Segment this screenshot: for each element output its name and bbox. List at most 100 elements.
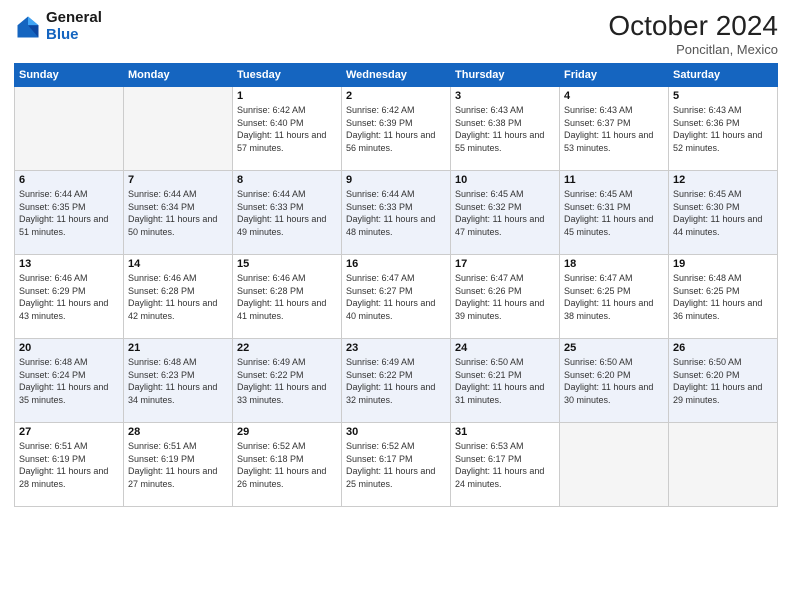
table-row (15, 87, 124, 171)
calendar-week-row: 6 Sunrise: 6:44 AMSunset: 6:35 PMDaylight… (15, 171, 778, 255)
day-number: 11 (564, 174, 664, 186)
day-number: 26 (673, 342, 773, 354)
table-row: 8Sunrise: 6:44 AMSunset: 6:33 PMDaylight… (233, 171, 342, 255)
table-row: 6 Sunrise: 6:44 AMSunset: 6:35 PMDaylight… (15, 171, 124, 255)
table-row: 30 Sunrise: 6:52 AMSunset: 6:17 PMDayligh… (342, 423, 451, 507)
day-number: 25 (564, 342, 664, 354)
table-row: 3Sunrise: 6:43 AMSunset: 6:38 PMDaylight… (451, 87, 560, 171)
day-info: Sunrise: 6:52 AMSunset: 6:17 PMDaylight:… (346, 440, 446, 490)
day-info: Sunrise: 6:51 AMSunset: 6:19 PMDaylight:… (19, 440, 119, 490)
col-wednesday: Wednesday (342, 64, 451, 87)
day-info: Sunrise: 6:47 AMSunset: 6:26 PMDaylight:… (455, 272, 555, 322)
day-number: 24 (455, 342, 555, 354)
day-number: 28 (128, 426, 228, 438)
table-row: 12Sunrise: 6:45 AMSunset: 6:30 PMDayligh… (669, 171, 778, 255)
title-area: October 2024 Poncitlan, Mexico (608, 10, 778, 57)
day-info: Sunrise: 6:42 AMSunset: 6:40 PMDaylight:… (237, 104, 337, 154)
day-number: 18 (564, 258, 664, 270)
table-row: 19Sunrise: 6:48 AMSunset: 6:25 PMDayligh… (669, 255, 778, 339)
day-number: 6 (19, 174, 119, 186)
table-row: 21Sunrise: 6:48 AMSunset: 6:23 PMDayligh… (124, 339, 233, 423)
logo-line2: Blue (46, 27, 102, 44)
table-row: 5 Sunrise: 6:43 AMSunset: 6:36 PMDaylight… (669, 87, 778, 171)
day-number: 17 (455, 258, 555, 270)
table-row: 2Sunrise: 6:42 AMSunset: 6:39 PMDaylight… (342, 87, 451, 171)
table-row: 28Sunrise: 6:51 AMSunset: 6:19 PMDayligh… (124, 423, 233, 507)
day-info: Sunrise: 6:45 AMSunset: 6:32 PMDaylight:… (455, 188, 555, 238)
day-info: Sunrise: 6:49 AMSunset: 6:22 PMDaylight:… (346, 356, 446, 406)
day-info: Sunrise: 6:43 AMSunset: 6:36 PMDaylight:… (673, 104, 773, 154)
day-number: 9 (346, 174, 446, 186)
table-row: 14 Sunrise: 6:46 AMSunset: 6:28 PMDayligh… (124, 255, 233, 339)
table-row: 11 Sunrise: 6:45 AMSunset: 6:31 PMDayligh… (560, 171, 669, 255)
table-row: 20 Sunrise: 6:48 AMSunset: 6:24 PMDayligh… (15, 339, 124, 423)
calendar-week-row: 27 Sunrise: 6:51 AMSunset: 6:19 PMDayligh… (15, 423, 778, 507)
day-info: Sunrise: 6:50 AMSunset: 6:20 PMDaylight:… (673, 356, 773, 406)
day-number: 29 (237, 426, 337, 438)
table-row: 26 Sunrise: 6:50 AMSunset: 6:20 PMDayligh… (669, 339, 778, 423)
calendar-header-row: Sunday Monday Tuesday Wednesday Thursday… (15, 64, 778, 87)
col-friday: Friday (560, 64, 669, 87)
table-row: 15 Sunrise: 6:46 AMSunset: 6:28 PMDayligh… (233, 255, 342, 339)
day-info: Sunrise: 6:46 AMSunset: 6:28 PMDaylight:… (128, 272, 228, 322)
col-sunday: Sunday (15, 64, 124, 87)
header: General Blue October 2024 Poncitlan, Mex… (14, 10, 778, 57)
day-info: Sunrise: 6:48 AMSunset: 6:24 PMDaylight:… (19, 356, 119, 406)
day-info: Sunrise: 6:46 AMSunset: 6:28 PMDaylight:… (237, 272, 337, 322)
logo-icon (14, 13, 42, 41)
calendar-week-row: 1 Sunrise: 6:42 AMSunset: 6:40 PMDaylight… (15, 87, 778, 171)
col-saturday: Saturday (669, 64, 778, 87)
page: General Blue October 2024 Poncitlan, Mex… (0, 0, 792, 612)
calendar-week-row: 20 Sunrise: 6:48 AMSunset: 6:24 PMDayligh… (15, 339, 778, 423)
day-info: Sunrise: 6:45 AMSunset: 6:31 PMDaylight:… (564, 188, 664, 238)
table-row: 27 Sunrise: 6:51 AMSunset: 6:19 PMDayligh… (15, 423, 124, 507)
table-row (669, 423, 778, 507)
table-row: 23 Sunrise: 6:49 AMSunset: 6:22 PMDayligh… (342, 339, 451, 423)
calendar-week-row: 13Sunrise: 6:46 AMSunset: 6:29 PMDayligh… (15, 255, 778, 339)
day-number: 23 (346, 342, 446, 354)
table-row: 25Sunrise: 6:50 AMSunset: 6:20 PMDayligh… (560, 339, 669, 423)
table-row: 10Sunrise: 6:45 AMSunset: 6:32 PMDayligh… (451, 171, 560, 255)
logo-line1: General (46, 10, 102, 27)
day-number: 1 (237, 90, 337, 102)
table-row: 31 Sunrise: 6:53 AMSunset: 6:17 PMDayligh… (451, 423, 560, 507)
table-row: 24Sunrise: 6:50 AMSunset: 6:21 PMDayligh… (451, 339, 560, 423)
day-number: 15 (237, 258, 337, 270)
table-row: 9Sunrise: 6:44 AMSunset: 6:33 PMDaylight… (342, 171, 451, 255)
day-number: 7 (128, 174, 228, 186)
day-number: 20 (19, 342, 119, 354)
day-number: 27 (19, 426, 119, 438)
location: Poncitlan, Mexico (608, 42, 778, 57)
table-row: 13Sunrise: 6:46 AMSunset: 6:29 PMDayligh… (15, 255, 124, 339)
day-info: Sunrise: 6:48 AMSunset: 6:23 PMDaylight:… (128, 356, 228, 406)
day-info: Sunrise: 6:47 AMSunset: 6:27 PMDaylight:… (346, 272, 446, 322)
table-row: 7 Sunrise: 6:44 AMSunset: 6:34 PMDaylight… (124, 171, 233, 255)
day-number: 4 (564, 90, 664, 102)
day-number: 3 (455, 90, 555, 102)
day-number: 31 (455, 426, 555, 438)
table-row: 4 Sunrise: 6:43 AMSunset: 6:37 PMDaylight… (560, 87, 669, 171)
day-info: Sunrise: 6:53 AMSunset: 6:17 PMDaylight:… (455, 440, 555, 490)
table-row (560, 423, 669, 507)
day-number: 22 (237, 342, 337, 354)
day-number: 30 (346, 426, 446, 438)
day-info: Sunrise: 6:48 AMSunset: 6:25 PMDaylight:… (673, 272, 773, 322)
table-row: 22 Sunrise: 6:49 AMSunset: 6:22 PMDayligh… (233, 339, 342, 423)
day-info: Sunrise: 6:49 AMSunset: 6:22 PMDaylight:… (237, 356, 337, 406)
day-info: Sunrise: 6:47 AMSunset: 6:25 PMDaylight:… (564, 272, 664, 322)
table-row (124, 87, 233, 171)
day-info: Sunrise: 6:45 AMSunset: 6:30 PMDaylight:… (673, 188, 773, 238)
day-number: 14 (128, 258, 228, 270)
month-title: October 2024 (608, 10, 778, 42)
col-tuesday: Tuesday (233, 64, 342, 87)
day-number: 5 (673, 90, 773, 102)
col-monday: Monday (124, 64, 233, 87)
day-info: Sunrise: 6:44 AMSunset: 6:35 PMDaylight:… (19, 188, 119, 238)
day-info: Sunrise: 6:44 AMSunset: 6:34 PMDaylight:… (128, 188, 228, 238)
day-number: 13 (19, 258, 119, 270)
table-row: 17 Sunrise: 6:47 AMSunset: 6:26 PMDayligh… (451, 255, 560, 339)
table-row: 1 Sunrise: 6:42 AMSunset: 6:40 PMDaylight… (233, 87, 342, 171)
col-thursday: Thursday (451, 64, 560, 87)
day-info: Sunrise: 6:43 AMSunset: 6:37 PMDaylight:… (564, 104, 664, 154)
table-row: 29Sunrise: 6:52 AMSunset: 6:18 PMDayligh… (233, 423, 342, 507)
